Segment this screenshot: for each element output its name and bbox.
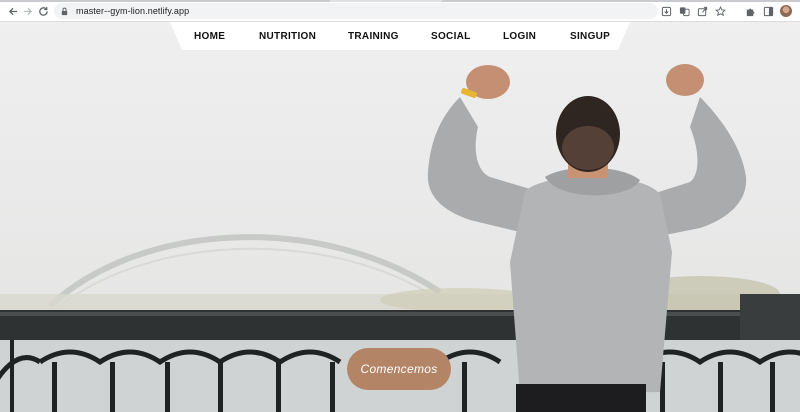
nav-item-login[interactable]: LOGIN xyxy=(503,31,536,42)
nav-item-nutrition[interactable]: NUTRITION xyxy=(259,31,316,42)
nav-item-training[interactable]: TRAINING xyxy=(348,31,399,42)
browser-toolbar: master--gym-lion.netlify.app xyxy=(0,0,800,22)
sidebar-icon[interactable] xyxy=(762,5,774,17)
start-button[interactable]: Comencemos xyxy=(347,348,451,390)
translate-icon[interactable] xyxy=(678,5,690,17)
extensions-icon[interactable] xyxy=(744,5,756,17)
tab-strip xyxy=(0,0,800,2)
nav-item-social[interactable]: SOCIAL xyxy=(431,31,471,42)
reload-icon[interactable] xyxy=(34,2,52,20)
main-navigation: HOME NUTRITION TRAINING SOCIAL LOGIN SIN… xyxy=(170,22,630,50)
address-bar[interactable]: master--gym-lion.netlify.app xyxy=(54,3,658,19)
star-icon[interactable] xyxy=(714,5,726,17)
share-icon[interactable] xyxy=(696,5,708,17)
nav-item-signup[interactable]: SINGUP xyxy=(570,31,610,42)
install-icon[interactable] xyxy=(660,5,672,17)
profile-avatar-icon[interactable] xyxy=(780,5,792,17)
lock-icon[interactable] xyxy=(60,6,70,16)
hero-section: HOME NUTRITION TRAINING SOCIAL LOGIN SIN… xyxy=(0,22,800,412)
nav-item-home[interactable]: HOME xyxy=(194,31,225,42)
url-text[interactable]: master--gym-lion.netlify.app xyxy=(76,6,189,16)
